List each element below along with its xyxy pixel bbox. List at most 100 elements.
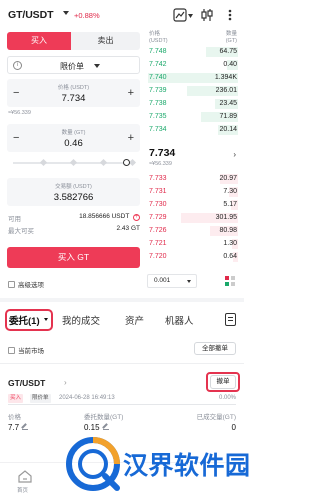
- order-book-row-upper[interactable]: 7.742 0.40: [146, 60, 238, 71]
- section-divider: [0, 298, 244, 302]
- max-buy-row: 最大可买 2.43 GT: [8, 225, 140, 235]
- chevron-down-icon: [94, 64, 100, 68]
- row-price: 7.734: [149, 126, 167, 133]
- amount-input[interactable]: 交易额 (USDT) 3.582766: [7, 178, 140, 206]
- pair-title[interactable]: GT/USDT: [8, 9, 53, 21]
- tab-buy[interactable]: 买入: [7, 32, 71, 50]
- tab-bots[interactable]: 机器人: [165, 313, 194, 327]
- row-price: 7.738: [149, 100, 167, 107]
- mid-price[interactable]: 7.734: [149, 147, 175, 159]
- row-qty: 20.14: [219, 126, 237, 133]
- cancel-order-button[interactable]: 撤单: [210, 375, 236, 389]
- fill-progress-bar: [8, 404, 236, 405]
- amount-input-label: 交易额 (USDT): [55, 184, 92, 190]
- order-book-row-lower[interactable]: 7.726 80.98: [146, 226, 238, 237]
- price-input[interactable]: − 价格 (USDT) 7.734 +: [7, 79, 140, 107]
- current-market-checkbox[interactable]: 当前市场: [8, 345, 44, 355]
- nav-home-label[interactable]: 首页: [17, 486, 28, 494]
- candle-icon[interactable]: [200, 8, 214, 22]
- available-label: 可用: [8, 216, 21, 223]
- header: GT/USDT +0.88%: [0, 0, 244, 30]
- order-book-row-upper[interactable]: 7.734 20.14: [146, 125, 238, 136]
- chevron-down-icon: [187, 280, 191, 283]
- add-funds-icon[interactable]: +: [133, 214, 140, 221]
- row-price: 7.742: [149, 61, 167, 68]
- ob-price-header: 价格: [149, 31, 161, 37]
- row-qty: 236.01: [215, 87, 237, 94]
- watermark-text: 汉界软件园: [123, 452, 251, 480]
- order-price-value: 7.7: [8, 423, 20, 432]
- document-icon[interactable]: [225, 313, 236, 326]
- mid-price-fiat: ≈¥56.339: [149, 161, 172, 167]
- slider-tick-25[interactable]: [39, 158, 48, 167]
- row-price: 7.731: [149, 188, 167, 195]
- home-icon[interactable]: [18, 470, 32, 483]
- precision-select[interactable]: 0.001: [147, 274, 197, 288]
- edit-icon[interactable]: [102, 424, 109, 430]
- chevron-right-icon[interactable]: ›: [64, 378, 67, 387]
- divider: [0, 363, 244, 364]
- chevron-right-icon[interactable]: ›: [233, 150, 236, 159]
- order-book-row-lower[interactable]: 7.721 1.30: [146, 239, 238, 250]
- order-book-row-upper[interactable]: 7.740 1.394K: [146, 73, 238, 84]
- row-price: 7.740: [149, 74, 167, 81]
- edit-icon[interactable]: [22, 424, 29, 430]
- price-plus-button[interactable]: +: [128, 87, 134, 99]
- order-book-row-upper[interactable]: 7.748 64.75: [146, 47, 238, 58]
- order-price-label: 价格: [8, 414, 21, 421]
- advanced-options-checkbox[interactable]: 高级选项: [8, 279, 44, 289]
- order-qty-value: 0.15: [84, 423, 100, 432]
- checkbox-icon[interactable]: [8, 281, 15, 288]
- precision-value: 0.001: [154, 277, 171, 284]
- slider-handle[interactable]: [122, 159, 130, 166]
- order-book-row-lower[interactable]: 7.731 7.30: [146, 187, 238, 198]
- order-type-select[interactable]: i 限价单: [7, 56, 140, 74]
- order-qty-label: 委托数量(GT): [84, 414, 124, 421]
- checkbox-icon[interactable]: [8, 347, 15, 354]
- order-book-row-lower[interactable]: 7.729 301.95: [146, 213, 238, 224]
- row-qty: 80.98: [219, 227, 237, 234]
- quantity-input-label: 数量 (GT): [61, 130, 86, 136]
- row-price: 7.733: [149, 175, 167, 182]
- filled-percent: 0.00%: [218, 395, 236, 401]
- more-icon[interactable]: [223, 8, 237, 22]
- type-tag: 限价单: [30, 394, 51, 403]
- info-icon[interactable]: i: [13, 61, 22, 70]
- chart-dropdown-icon[interactable]: [188, 14, 193, 18]
- row-qty: 7.30: [223, 188, 237, 195]
- chart-icon[interactable]: [173, 8, 187, 22]
- quantity-input-value[interactable]: 0.46: [7, 138, 140, 149]
- watermark: 汉界软件园: [63, 432, 250, 498]
- row-price: 7.735: [149, 113, 167, 120]
- row-qty: 64.75: [219, 48, 237, 55]
- row-qty: 301.95: [215, 214, 237, 221]
- amount-input-value[interactable]: 3.582766: [7, 192, 140, 203]
- slider-tick-100[interactable]: [128, 158, 137, 167]
- tab-my-trades[interactable]: 我的成交: [62, 313, 100, 327]
- price-input-value[interactable]: 7.734: [7, 93, 140, 104]
- order-book-row-lower[interactable]: 7.720 0.64: [146, 252, 238, 263]
- quantity-input[interactable]: − 数量 (GT) 0.46 +: [7, 124, 140, 152]
- current-market-label: 当前市场: [18, 348, 44, 355]
- tab-sell[interactable]: 卖出: [71, 32, 140, 50]
- price-fiat: ≈¥56.339: [8, 110, 31, 116]
- slider-tick-75[interactable]: [99, 158, 108, 167]
- ob-price-unit: (USDT): [149, 38, 168, 44]
- order-pair[interactable]: GT/USDT: [8, 378, 45, 388]
- order-book-header: 价格 (USDT) 数量 (GT): [149, 31, 237, 45]
- order-book-row-lower[interactable]: 7.730 5.17: [146, 200, 238, 211]
- price-input-label: 价格 (USDT): [57, 85, 90, 91]
- pair-dropdown-icon[interactable]: [63, 11, 69, 15]
- tab-assets[interactable]: 资产: [125, 313, 144, 327]
- order-time: 2024-06-28 16:49:13: [59, 395, 115, 401]
- slider-tick-50[interactable]: [69, 158, 78, 167]
- order-book-mode-icon[interactable]: [224, 275, 236, 287]
- order-book-row-upper[interactable]: 7.738 23.45: [146, 99, 238, 110]
- order-book-row-lower[interactable]: 7.733 20.97: [146, 174, 238, 185]
- row-price: 7.729: [149, 214, 167, 221]
- cancel-all-button[interactable]: 全部撤单: [194, 342, 236, 355]
- quantity-plus-button[interactable]: +: [128, 132, 134, 144]
- buy-gt-button[interactable]: 买入 GT: [7, 247, 140, 268]
- order-book-row-upper[interactable]: 7.735 71.89: [146, 112, 238, 123]
- order-book-row-upper[interactable]: 7.739 236.01: [146, 86, 238, 97]
